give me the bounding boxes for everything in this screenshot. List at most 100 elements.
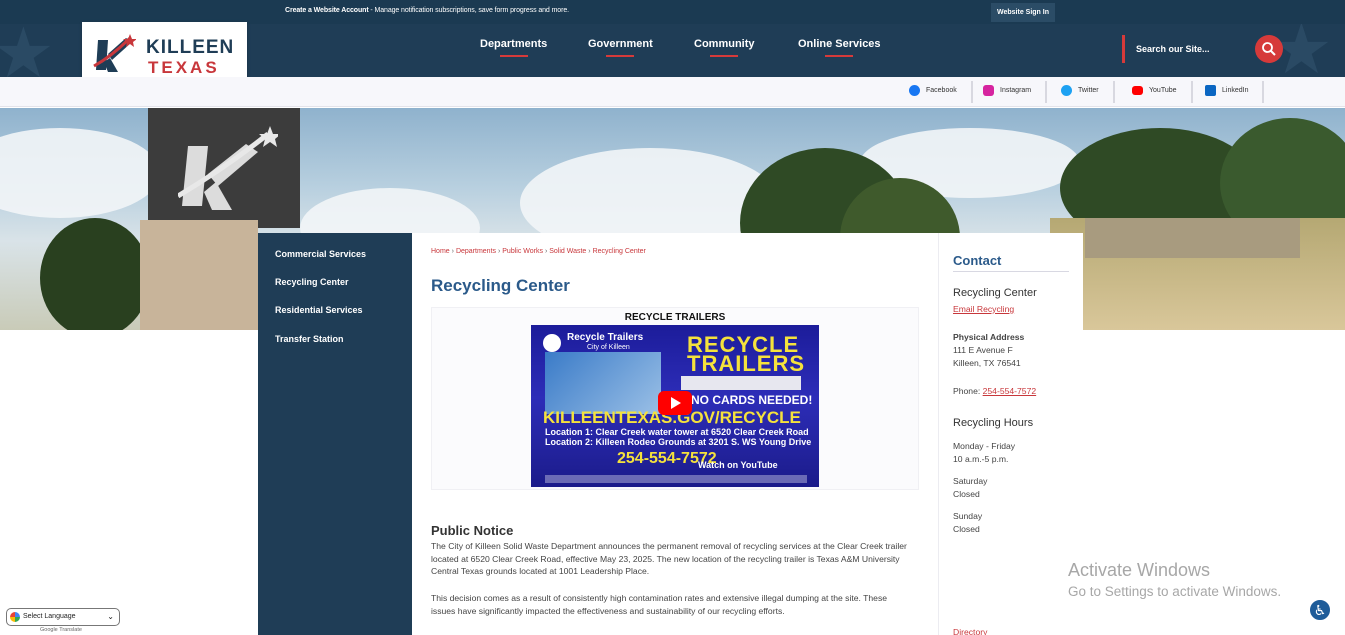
nav-departments[interactable]: Departments [480, 38, 548, 57]
website-sign-in-button[interactable]: Website Sign In [991, 3, 1055, 22]
social-label: Twitter [1078, 87, 1099, 94]
play-button-icon[interactable] [658, 391, 692, 415]
address-line2: Killeen, TX 76541 [953, 358, 1021, 368]
site-search [1122, 35, 1284, 63]
social-label: YouTube [1149, 87, 1177, 94]
accessibility-icon[interactable]: ♿ [1308, 598, 1332, 622]
utility-bar: Create a Website Account - Manage notifi… [0, 0, 1345, 24]
google-icon [10, 612, 20, 622]
video-channel-subtitle: City of Killeen [587, 344, 630, 351]
nav-underline [606, 55, 635, 57]
nav-label: Departments [480, 38, 548, 50]
sidenav-item-commercial-services[interactable]: Commercial Services [275, 249, 366, 259]
directory-link[interactable]: Directory [953, 627, 987, 635]
sidenav-item-recycling-center[interactable]: Recycling Center [275, 277, 349, 287]
youtube-icon [1132, 85, 1143, 95]
breadcrumb-current[interactable]: Recycling Center [593, 248, 646, 255]
hours-day: Sunday [953, 511, 983, 521]
public-notice-heading: Public Notice [431, 523, 514, 538]
phone-link[interactable]: 254-554-7572 [983, 386, 1037, 396]
video-heading: RECYCLE TRAILERS [624, 312, 726, 323]
channel-avatar[interactable] [543, 334, 561, 352]
translate-select-label: Select Language [23, 613, 76, 620]
nav-label: Online Services [798, 38, 881, 50]
search-button[interactable] [1255, 35, 1283, 63]
translate-credit-label: Translate [59, 627, 82, 633]
decorative-star-icon: ★ [0, 24, 55, 77]
breadcrumb-home[interactable]: Home [431, 248, 450, 255]
social-youtube-link[interactable]: YouTube [1124, 81, 1193, 103]
instagram-icon [983, 84, 994, 96]
hours-time: Closed [953, 489, 980, 499]
breadcrumb-separator: › [451, 248, 454, 255]
sidenav-item-transfer-station[interactable]: Transfer Station [275, 334, 344, 344]
hours-heading: Recycling Hours [953, 417, 1034, 429]
email-recycling-link[interactable]: Email Recycling [953, 304, 1014, 314]
breadcrumb-separator: › [588, 248, 591, 255]
nav-label: Community [694, 38, 755, 50]
page-title: Recycling Center [431, 276, 570, 295]
hero-stone-wall [1085, 218, 1300, 258]
social-facebook-link[interactable]: Facebook [901, 81, 973, 103]
social-label: Instagram [1000, 87, 1032, 94]
section-side-navigation: Commercial Services Recycling Center Res… [258, 233, 412, 635]
chevron-down-icon: ⌄ [107, 612, 114, 621]
youtube-video-player[interactable]: Recycle Trailers City of Killeen RECYCLE… [531, 325, 819, 487]
search-input[interactable] [1136, 41, 1246, 57]
video-no-cards-text: NO CARDS NEEDED! [691, 393, 813, 407]
logo-line1: KILLEEN [146, 37, 235, 58]
youtube-wordmark: YouTube [740, 460, 778, 470]
google-translate-select[interactable]: Select Language ⌄ [6, 608, 120, 626]
address-label: Physical Address [953, 332, 1025, 342]
activate-windows-title: Activate Windows [1068, 560, 1211, 580]
activate-windows-subtitle: Go to Settings to activate Windows. [1068, 584, 1282, 599]
social-instagram-link[interactable]: Instagram [975, 81, 1048, 103]
google-translate-credit: Google Translate [40, 627, 82, 633]
nav-underline [499, 55, 528, 57]
logo-line2: TEXAS [148, 58, 220, 77]
notice-paragraph: This decision comes as a result of consi… [431, 593, 888, 616]
contact-heading: Contact [953, 253, 1002, 268]
phone-label: Phone: [953, 386, 983, 396]
main-content: Home › Departments › Public Works › Soli… [412, 233, 938, 635]
breadcrumb-solid-waste[interactable]: Solid Waste [549, 248, 586, 255]
payment-cards-image [681, 376, 801, 390]
create-account-description: - Manage notification subscriptions, sav… [368, 7, 569, 14]
address-line1: 111 E Avenue F [953, 345, 1013, 355]
hours-time: 10 a.m.-5 p.m. [953, 454, 1009, 464]
create-account-message[interactable]: Create a Website Account - Manage notifi… [285, 7, 569, 14]
google-credit-label: Google [40, 627, 58, 633]
video-location-1: Location 1: Clear Creek water tower at 6… [545, 427, 809, 437]
nav-government[interactable]: Government [588, 38, 653, 57]
video-headline-2: TRAILERS [687, 351, 805, 376]
search-accent-bar [1122, 35, 1125, 63]
twitter-icon [1061, 84, 1072, 96]
breadcrumb-departments[interactable]: Departments [456, 248, 496, 255]
breadcrumb: Home › Departments › Public Works › Soli… [431, 248, 646, 255]
hours-day: Monday - Friday [953, 441, 1016, 451]
breadcrumb-public-works[interactable]: Public Works [502, 248, 543, 255]
phone-line: Phone: 254-554-7572 [953, 386, 1036, 396]
hours-day: Saturday [953, 476, 988, 486]
sidenav-item-residential-services[interactable]: Residential Services [275, 305, 363, 315]
social-twitter-link[interactable]: Twitter [1053, 81, 1115, 103]
social-linkedin-link[interactable]: LinkedIn [1197, 81, 1265, 103]
linkedin-icon [1205, 84, 1216, 96]
create-account-link[interactable]: Create a Website Account [285, 7, 369, 14]
contact-divider [953, 271, 1069, 272]
search-icon [1262, 42, 1276, 56]
social-links-bar: Facebook Instagram Twitter YouTube Linke… [0, 77, 1345, 107]
video-location-2: Location 2: Killeen Rodeo Grounds at 320… [545, 437, 812, 447]
facebook-icon [909, 84, 920, 96]
watch-on-youtube-link[interactable]: Watch on YouTube [698, 460, 778, 470]
social-label: LinkedIn [1222, 87, 1249, 94]
nav-community[interactable]: Community [694, 38, 755, 57]
hero-tree [40, 218, 150, 330]
video-channel-title[interactable]: Recycle Trailers [567, 332, 643, 343]
contact-name: Recycling Center [953, 287, 1037, 299]
hours-time: Closed [953, 524, 980, 534]
nav-online-services[interactable]: Online Services [798, 38, 881, 57]
social-label: Facebook [926, 87, 957, 94]
monument-k-logo-icon [178, 126, 278, 210]
video-fine-print [545, 475, 807, 483]
